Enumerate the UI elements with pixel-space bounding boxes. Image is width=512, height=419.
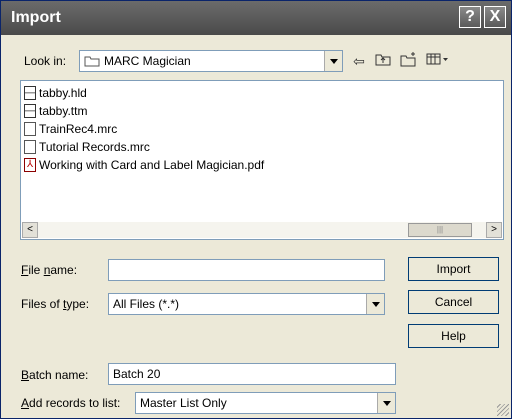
help-title-button[interactable]: ? [459, 6, 481, 28]
chevron-down-icon[interactable] [366, 294, 384, 314]
back-arrow-icon[interactable]: ⇦ [349, 51, 369, 71]
horizontal-scrollbar[interactable]: < ||| > [22, 222, 502, 238]
document-icon [24, 122, 36, 136]
list-item[interactable]: tabby.ttm [24, 102, 87, 120]
file-name-input[interactable] [108, 259, 385, 281]
file-name-text: tabby.ttm [39, 104, 88, 118]
list-item[interactable]: Tutorial Records.mrc [24, 138, 150, 156]
add-records-select[interactable]: Master List Only [135, 392, 396, 414]
cancel-button[interactable]: Cancel [408, 290, 499, 314]
file-list[interactable]: tabby.hld tabby.ttm TrainRec4.mrc Tutori… [20, 80, 504, 240]
list-item[interactable]: ⅄ Working with Card and Label Magician.p… [24, 156, 264, 174]
scroll-left-button[interactable]: < [22, 222, 38, 238]
look-in-value: MARC Magician [104, 54, 191, 68]
files-of-type-select[interactable]: All Files (*.*) [108, 293, 385, 315]
new-folder-icon[interactable] [399, 51, 419, 71]
view-menu-icon[interactable] [425, 51, 451, 71]
list-item[interactable]: tabby.hld [24, 84, 87, 102]
chevron-down-icon[interactable] [324, 51, 342, 71]
scroll-thumb[interactable]: ||| [408, 223, 472, 237]
up-folder-icon[interactable] [373, 51, 393, 71]
batch-name-label: Batch name: [21, 368, 89, 382]
window-title: Import [11, 9, 61, 26]
batch-name-input[interactable] [108, 363, 396, 385]
resize-grip[interactable] [497, 404, 509, 416]
folder-icon [84, 55, 100, 67]
file-name-text: Tutorial Records.mrc [39, 140, 150, 154]
close-button[interactable]: X [484, 6, 506, 28]
pdf-icon: ⅄ [24, 158, 36, 172]
add-records-label: Add records to list: [21, 396, 121, 410]
import-button[interactable]: Import [408, 257, 499, 281]
data-file-icon [24, 86, 36, 100]
document-icon [24, 140, 36, 154]
chevron-down-icon[interactable] [377, 393, 395, 413]
import-dialog: Import ? X Look in: MARC Magician ⇦ tabb… [0, 0, 512, 419]
file-name-text: tabby.hld [39, 86, 87, 100]
title-bar: Import ? X [1, 1, 511, 35]
scroll-right-button[interactable]: > [486, 222, 502, 238]
look-in-combo[interactable]: MARC Magician [79, 50, 343, 72]
files-of-type-label: Files of type: [21, 297, 90, 311]
file-name-label: File name: [21, 263, 78, 277]
list-item[interactable]: TrainRec4.mrc [24, 120, 117, 138]
file-name-text: TrainRec4.mrc [39, 122, 118, 136]
file-name-text: Working with Card and Label Magician.pdf [39, 158, 265, 172]
help-button[interactable]: Help [408, 324, 499, 348]
add-records-value: Master List Only [140, 396, 227, 410]
files-of-type-value: All Files (*.*) [113, 297, 180, 311]
data-file-icon [24, 104, 36, 118]
look-in-label: Look in: [24, 54, 67, 68]
